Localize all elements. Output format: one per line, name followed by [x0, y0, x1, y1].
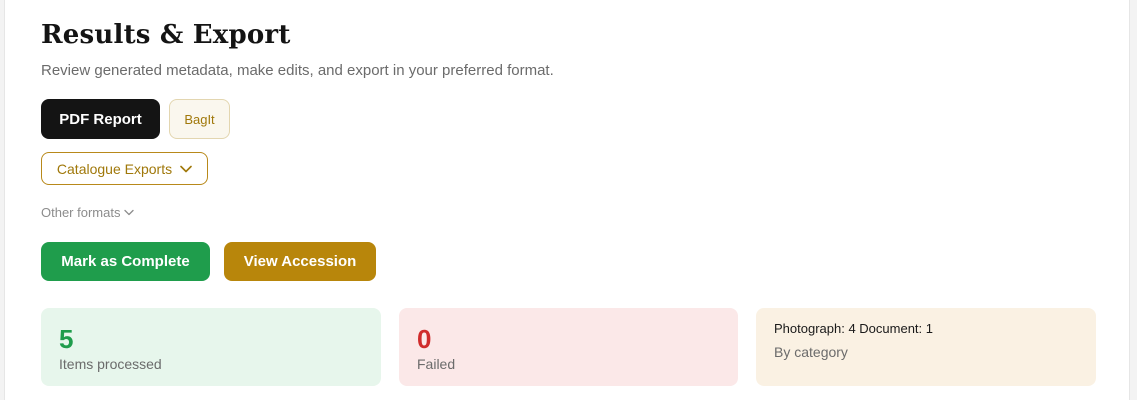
other-formats-label: Other formats — [41, 205, 121, 220]
catalogue-exports-dropdown[interactable]: Catalogue Exports — [41, 152, 208, 185]
items-processed-stat: 5 Items processed — [41, 308, 381, 386]
failed-count: 0 — [417, 324, 432, 354]
category-summary: Photograph: 4 Document: 1 — [774, 321, 933, 336]
other-formats-toggle[interactable]: Other formats — [41, 205, 135, 220]
by-category-stat: Photograph: 4 Document: 1 By category — [756, 308, 1096, 386]
items-processed-label: Items processed — [59, 356, 162, 372]
bagit-label: BagIt — [184, 111, 215, 127]
chevron-down-icon — [124, 209, 135, 216]
mark-as-complete-button[interactable]: Mark as Complete — [41, 242, 210, 281]
chevron-down-icon — [180, 165, 192, 173]
pdf-report-button[interactable]: PDF Report — [41, 99, 160, 139]
failed-stat: 0 Failed — [399, 308, 738, 386]
page-title: Results & Export — [41, 20, 291, 50]
page-subtitle: Review generated metadata, make edits, a… — [41, 62, 554, 79]
view-accession-label: View Accession — [243, 253, 357, 270]
results-export-panel: Results & Export Review generated metada… — [4, 0, 1130, 400]
items-processed-count: 5 — [59, 324, 74, 354]
failed-label: Failed — [417, 356, 456, 372]
view-accession-button[interactable]: View Accession — [224, 242, 376, 281]
by-category-label: By category — [774, 344, 848, 360]
mark-as-complete-label: Mark as Complete — [61, 253, 190, 270]
pdf-report-label: PDF Report — [59, 110, 142, 128]
bagit-button[interactable]: BagIt — [169, 99, 230, 139]
catalogue-exports-label: Catalogue Exports — [56, 160, 173, 177]
